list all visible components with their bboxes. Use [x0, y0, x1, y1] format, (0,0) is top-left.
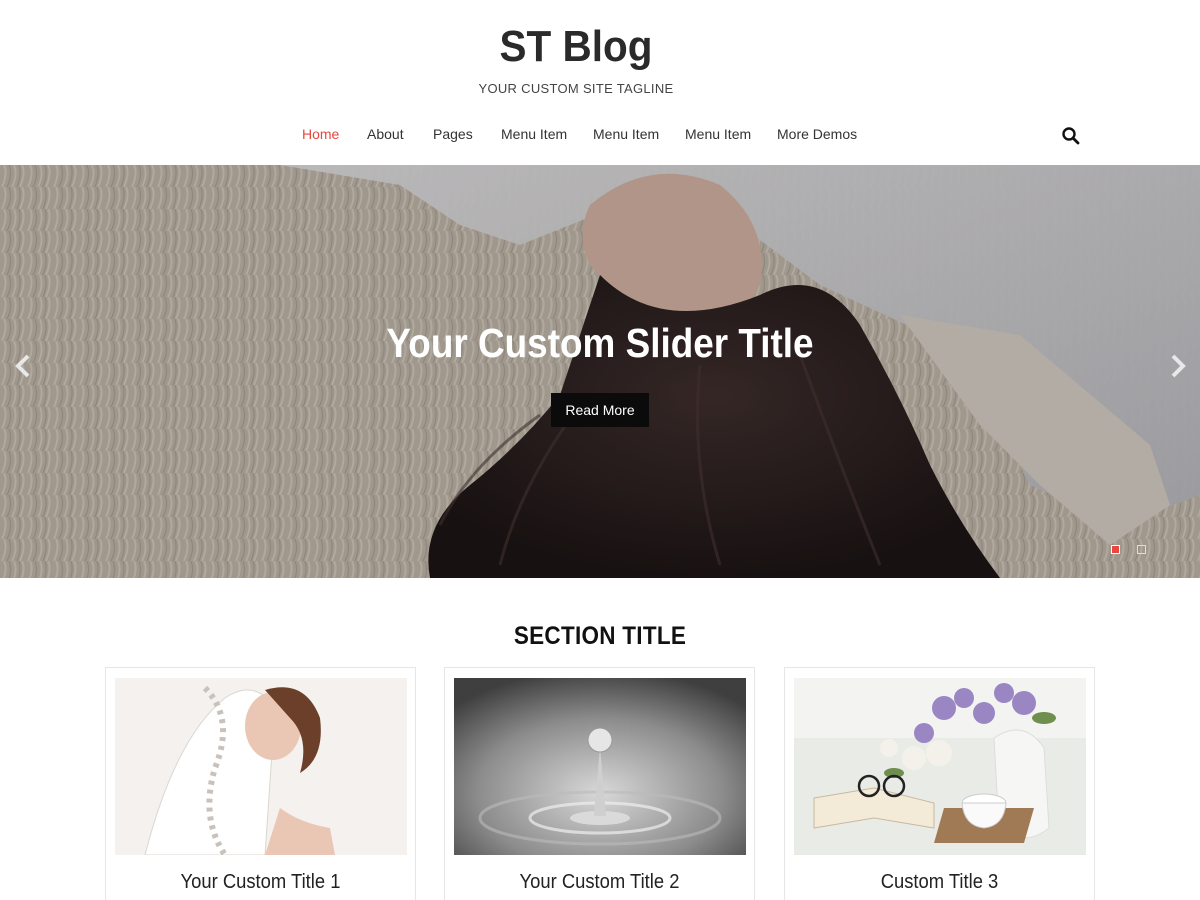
bride-image — [115, 678, 407, 855]
main-nav: Home About Pages Menu Item Menu Item Men… — [0, 126, 1200, 148]
slider-dot-1[interactable] — [1111, 545, 1120, 554]
card-image — [115, 678, 407, 855]
chevron-right-icon — [1171, 354, 1186, 378]
nav-item-more-demos[interactable]: More Demos — [777, 126, 857, 142]
post-card[interactable]: Your Custom Title 2 — [444, 667, 755, 900]
nav-item-menu-3[interactable]: Menu Item — [685, 126, 751, 142]
card-title[interactable]: Custom Title 3 — [797, 871, 1081, 894]
search-button[interactable] — [1061, 126, 1081, 146]
card-image — [454, 678, 746, 855]
post-card[interactable]: Custom Title 3 — [784, 667, 1095, 900]
section-title: SECTION TITLE — [513, 622, 687, 650]
slider-prev-button[interactable] — [12, 353, 36, 379]
card-image — [794, 678, 1086, 855]
card-title[interactable]: Your Custom Title 1 — [118, 871, 402, 894]
site-tagline: YOUR CUSTOM SITE TAGLINE — [478, 81, 674, 96]
nav-item-pages[interactable]: Pages — [433, 126, 473, 142]
slider-overlay — [0, 165, 1200, 578]
water-drop-image — [454, 678, 746, 855]
slider-dot-2[interactable] — [1137, 545, 1146, 554]
nav-item-about[interactable]: About — [367, 126, 404, 142]
hero-slider: Your Custom Slider Title Read More — [0, 165, 1200, 578]
read-more-button[interactable]: Read More — [551, 393, 649, 427]
slider-title: Your Custom Slider Title — [386, 320, 814, 366]
chevron-left-icon — [15, 354, 30, 378]
slider-next-button[interactable] — [1165, 353, 1189, 379]
nav-item-menu-1[interactable]: Menu Item — [501, 126, 567, 142]
post-card[interactable]: Your Custom Title 1 — [105, 667, 416, 900]
card-title[interactable]: Your Custom Title 2 — [457, 871, 741, 894]
nav-item-menu-2[interactable]: Menu Item — [593, 126, 659, 142]
site-header: ST Blog YOUR CUSTOM SITE TAGLINE Home Ab… — [0, 0, 1200, 165]
flowers-book-image — [794, 678, 1086, 855]
search-icon — [1062, 127, 1080, 145]
nav-item-home[interactable]: Home — [302, 126, 339, 142]
site-title[interactable]: ST Blog — [46, 22, 1106, 72]
